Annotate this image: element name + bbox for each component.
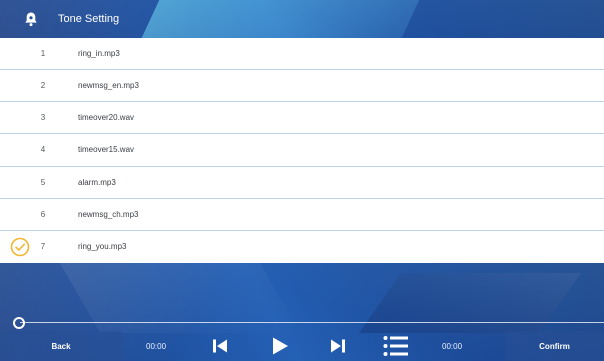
list-item[interactable]: 2 newmsg_en.mp3 [0,70,604,103]
tone-list: 1 ring_in.mp3 2 newmsg_en.mp3 3 timeover… [0,38,604,263]
item-filename: timeover20.wav [78,113,135,123]
item-filename: timeover15.wav [78,145,135,155]
checkmark-circle-icon [10,237,30,257]
item-filename: alarm.mp3 [78,177,116,187]
item-number: 1 [40,49,46,59]
item-number: 3 [40,113,46,123]
item-number: 6 [40,209,46,219]
item-number: 2 [40,81,46,91]
item-number: 5 [40,177,46,187]
back-button[interactable]: Back [0,331,122,361]
item-number: 4 [40,145,46,155]
title-bar: Tone Setting [0,0,604,38]
seek-track [20,322,604,323]
item-filename: ring_in.mp3 [78,49,120,59]
bell-icon [24,11,38,27]
list-item[interactable]: 5 alarm.mp3 [0,167,604,199]
list-item-selected[interactable]: 7 ring_you.mp3 [0,231,604,263]
item-number: 7 [40,242,46,252]
next-track-icon[interactable] [326,335,350,357]
list-item[interactable]: 1 ring_in.mp3 [0,38,604,71]
list-item[interactable]: 4 timeover15.wav [0,134,604,167]
total-time: 00:00 [442,341,463,351]
item-filename: newmsg_en.mp3 [78,81,139,91]
current-time: 00:00 [146,341,167,351]
playlist-icon[interactable] [382,335,410,357]
confirm-button[interactable]: Confirm [505,331,604,361]
seek-bar[interactable] [0,317,604,329]
item-filename: ring_you.mp3 [78,242,127,252]
list-item[interactable]: 6 newmsg_ch.mp3 [0,199,604,231]
control-bar: Back 00:00 00:00 Confirm [0,331,604,361]
previous-track-icon[interactable] [208,335,232,357]
seek-knob[interactable] [13,317,25,329]
play-icon[interactable] [268,335,292,357]
list-item[interactable]: 3 timeover20.wav [0,102,604,135]
page-title: Tone Setting [58,13,120,25]
item-filename: newmsg_ch.mp3 [78,209,139,219]
